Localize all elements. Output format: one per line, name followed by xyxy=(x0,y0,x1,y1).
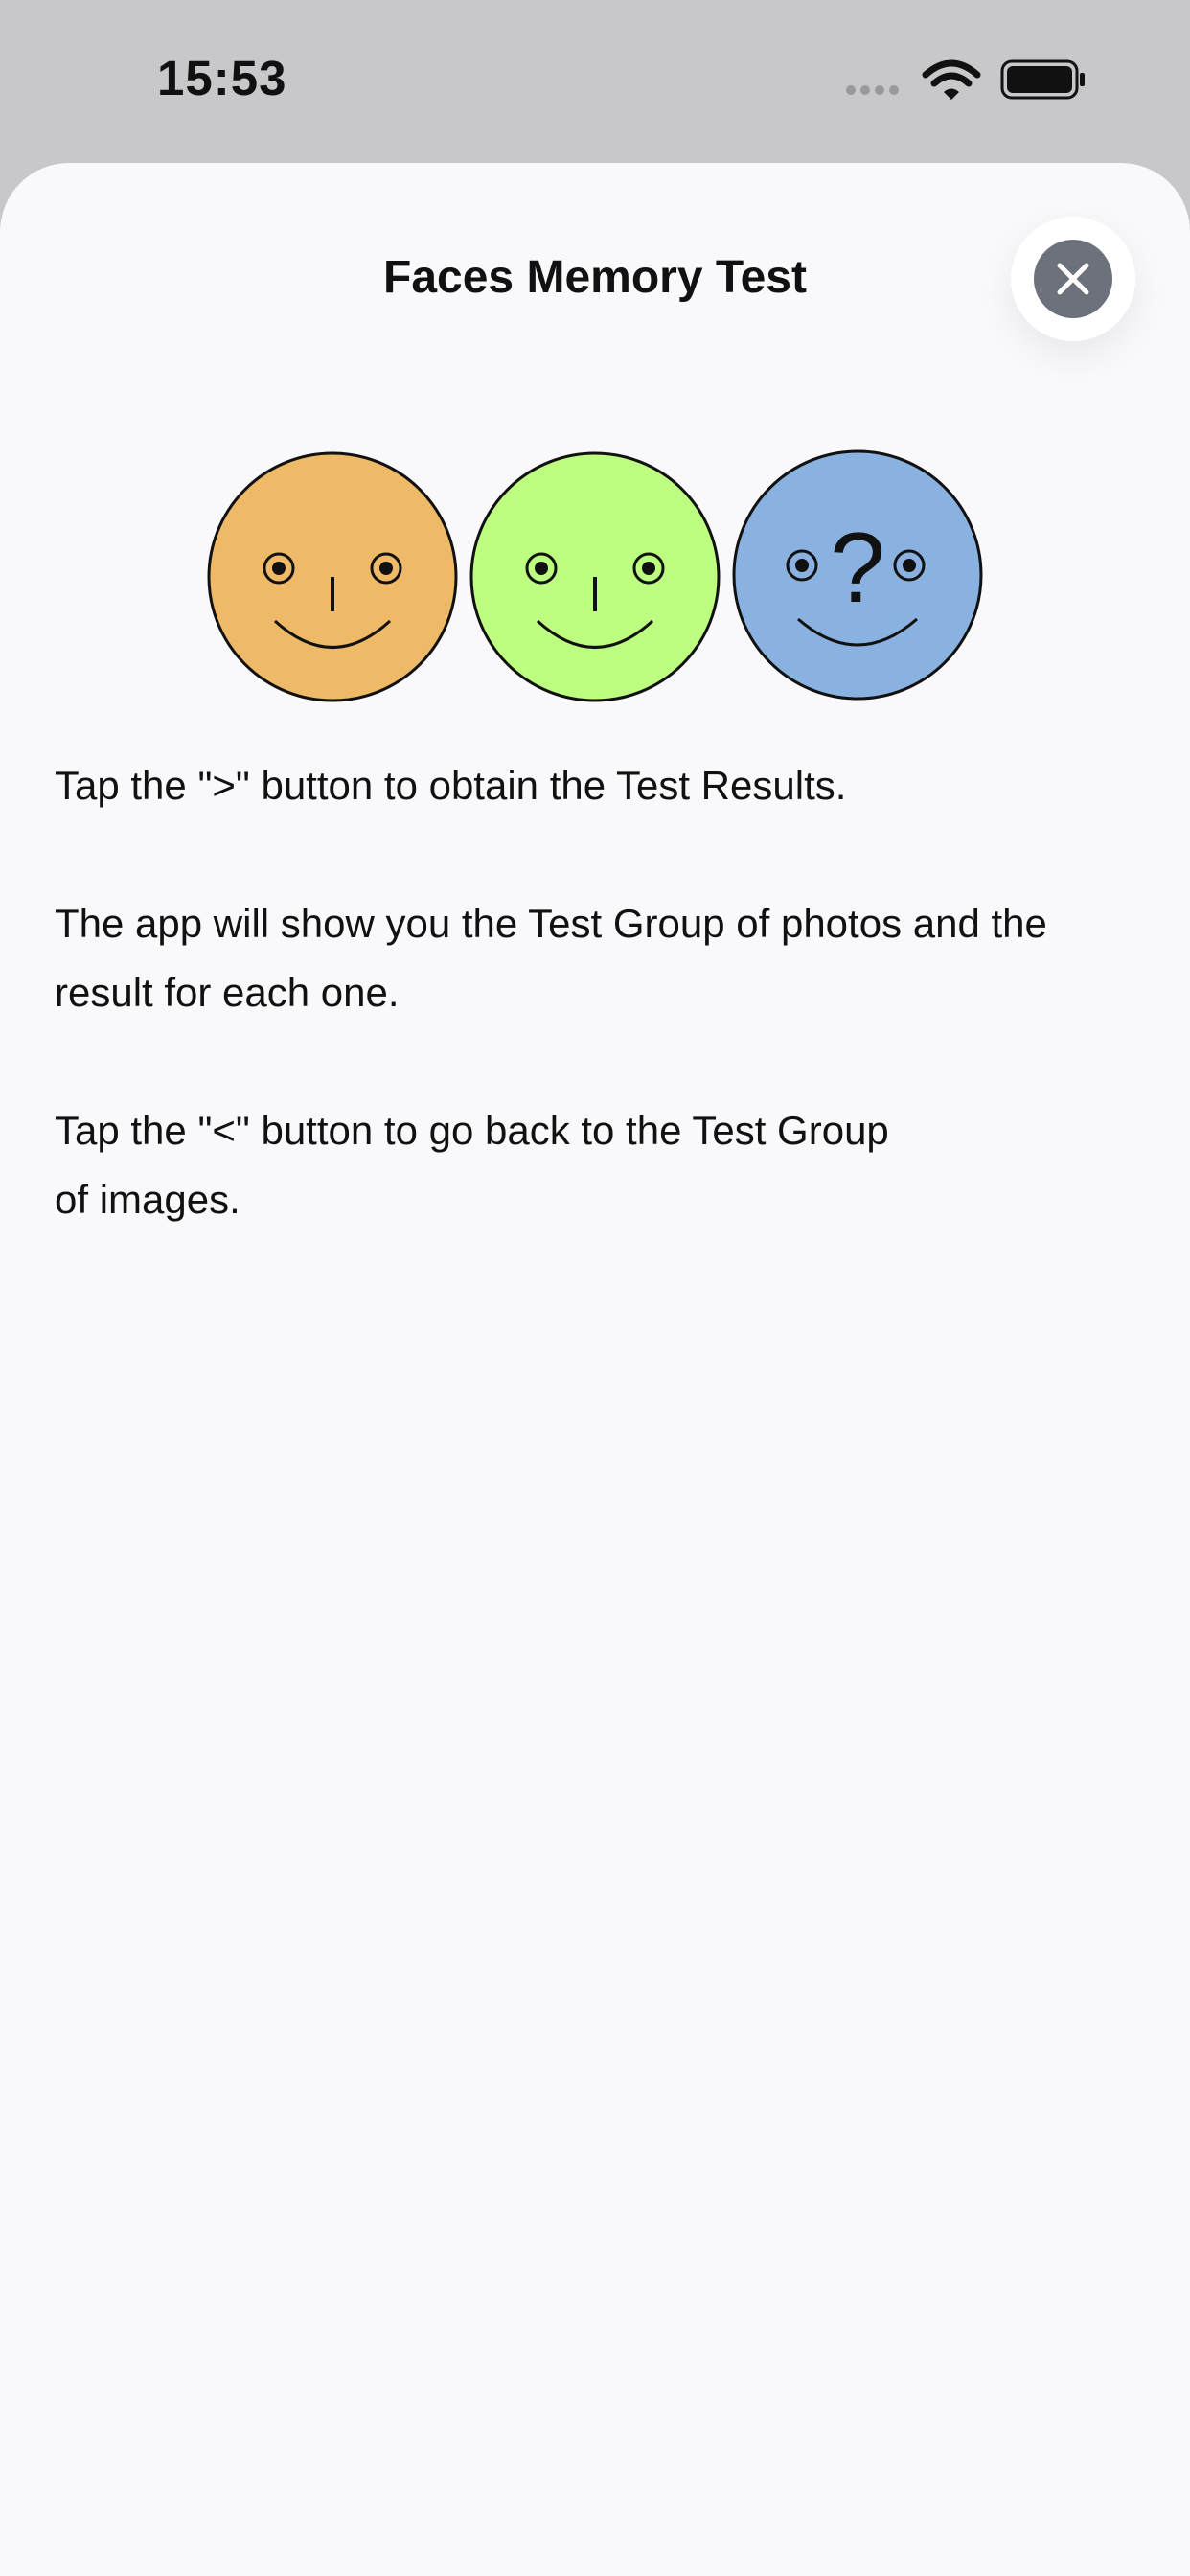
close-icon xyxy=(1057,263,1089,295)
smiley-face-question-blue-icon: ? xyxy=(732,449,983,701)
faces-illustration: ? xyxy=(207,449,983,702)
question-mark-glyph: ? xyxy=(830,513,885,624)
instruction-paragraph-2: The app will show you the Test Group of … xyxy=(55,901,1047,1015)
instructions-text: Tap the ">" button to obtain the Test Re… xyxy=(55,751,1147,1303)
status-time: 15:53 xyxy=(157,51,287,105)
instruction-paragraph-3-line-2: of images. xyxy=(55,1177,240,1222)
close-button[interactable] xyxy=(1011,217,1135,341)
wifi-icon xyxy=(922,59,981,100)
status-icons xyxy=(846,59,1085,100)
smiley-face-orange-icon xyxy=(207,451,458,702)
battery-icon xyxy=(1000,59,1085,100)
smiley-face-green-icon xyxy=(469,451,721,702)
instruction-paragraph-3: Tap the "<" button to go back to the Tes… xyxy=(55,1096,1147,1234)
cellular-dots-icon xyxy=(846,85,899,95)
instruction-paragraph-1: Tap the ">" button to obtain the Test Re… xyxy=(55,763,847,808)
status-bar: 15:53 xyxy=(0,0,1190,163)
instruction-paragraph-3-line-1: Tap the "<" button to go back to the Tes… xyxy=(55,1108,889,1153)
close-button-circle[interactable] xyxy=(1034,240,1112,318)
